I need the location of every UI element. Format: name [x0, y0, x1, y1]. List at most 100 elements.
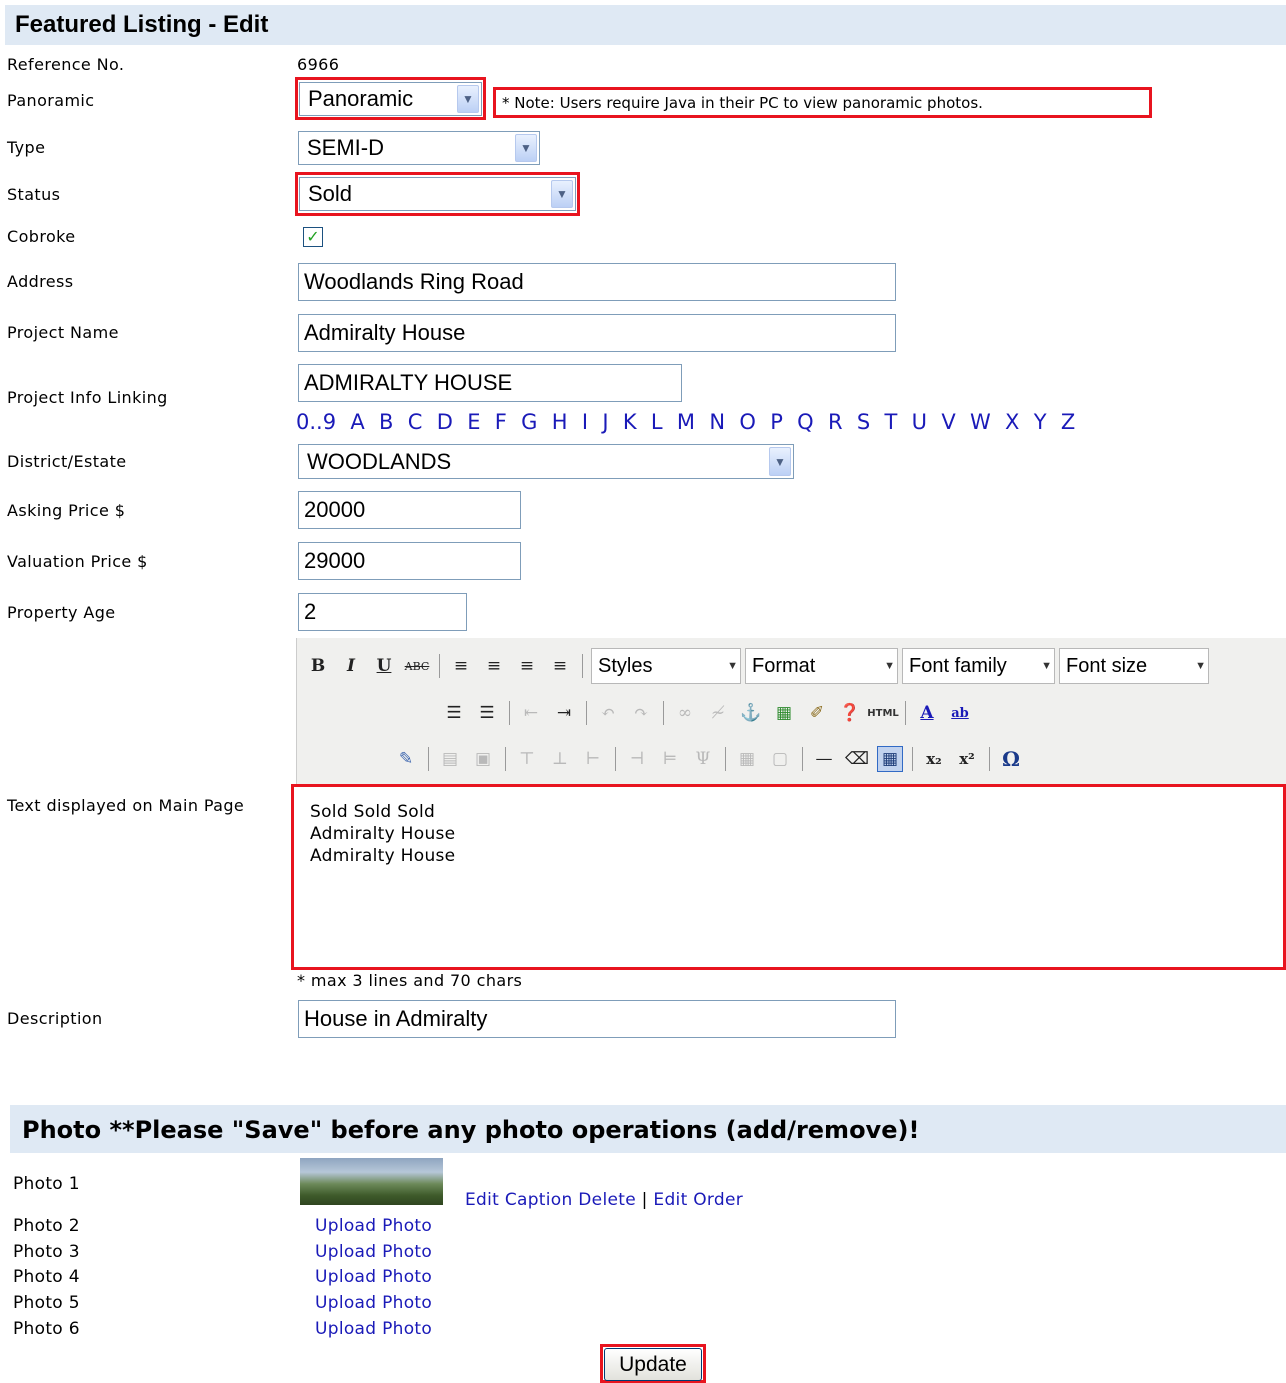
eraser-icon[interactable]: ⌫: [844, 746, 870, 772]
styles-select[interactable]: Styles ▼: [591, 648, 741, 684]
alphabet-link[interactable]: Z: [1061, 410, 1075, 434]
insert-col-before-icon[interactable]: ⊣: [624, 746, 650, 772]
align-left-icon[interactable]: ≡: [448, 653, 474, 679]
anchor-icon[interactable]: ⚓: [738, 700, 764, 726]
subscript-icon[interactable]: x₂: [921, 746, 947, 772]
alphabet-link[interactable]: M: [677, 410, 695, 434]
alphabet-link[interactable]: O: [739, 410, 756, 434]
html-source-icon[interactable]: HTML: [867, 700, 899, 726]
asking-price-label: Asking Price $: [7, 501, 126, 520]
cell-props-icon[interactable]: ▣: [470, 746, 496, 772]
insert-row-before-icon[interactable]: ⊤: [514, 746, 540, 772]
alphabet-link[interactable]: C: [408, 410, 423, 434]
row-props-icon[interactable]: ▤: [437, 746, 463, 772]
text-color-icon[interactable]: A: [914, 700, 940, 726]
align-right-icon[interactable]: ≡: [514, 653, 540, 679]
underline-icon[interactable]: U: [371, 653, 397, 679]
unlink-icon[interactable]: ≁: [705, 700, 731, 726]
type-select[interactable]: SEMI-D ▼: [298, 131, 540, 165]
superscript-icon[interactable]: x²: [954, 746, 980, 772]
font-size-select[interactable]: Font size ▼: [1059, 648, 1209, 684]
alphabet-link[interactable]: Q: [797, 410, 814, 434]
bold-icon[interactable]: B: [305, 653, 331, 679]
alphabet-link[interactable]: D: [437, 410, 453, 434]
upload-photo-link[interactable]: Upload Photo: [315, 1242, 432, 1262]
alphabet-link[interactable]: R: [828, 410, 843, 434]
upload-photo-link[interactable]: Upload Photo: [315, 1267, 432, 1287]
upload-photo-link[interactable]: Upload Photo: [315, 1293, 432, 1313]
alphabet-link[interactable]: P: [770, 410, 783, 434]
split-cells-icon[interactable]: ▦: [734, 746, 760, 772]
toolbar-separator: [663, 701, 664, 725]
undo-icon[interactable]: ↶: [595, 700, 621, 726]
delete-link[interactable]: Delete: [578, 1190, 636, 1210]
upload-photo-link[interactable]: Upload Photo: [315, 1216, 432, 1236]
edit-style-icon[interactable]: ✎: [393, 746, 419, 772]
redo-icon[interactable]: ↷: [628, 700, 654, 726]
upload-photo-link[interactable]: Upload Photo: [315, 1319, 432, 1339]
delete-row-icon[interactable]: ⊢: [580, 746, 606, 772]
edit-caption-link[interactable]: Edit Caption: [465, 1190, 573, 1210]
main-text-editor[interactable]: Sold Sold Sold Admiralty House Admiralty…: [291, 784, 1286, 970]
alphabet-link[interactable]: U: [912, 410, 927, 434]
alphabet-link[interactable]: N: [709, 410, 725, 434]
insert-row-after-icon[interactable]: ⊥: [547, 746, 573, 772]
help-icon[interactable]: ❓: [837, 700, 863, 726]
alphabet-link[interactable]: G: [521, 410, 537, 434]
bullet-list-icon[interactable]: ☰: [441, 700, 467, 726]
alphabet-link[interactable]: W: [970, 410, 991, 434]
cobroke-checkbox[interactable]: ✓: [303, 227, 323, 247]
indent-icon[interactable]: ⇥: [551, 700, 577, 726]
description-input[interactable]: House in Admiralty: [298, 1000, 896, 1038]
image-icon[interactable]: ▦: [771, 700, 797, 726]
project-name-input[interactable]: Admiralty House: [298, 314, 896, 352]
valuation-price-input[interactable]: 29000: [298, 542, 521, 580]
cleanup-icon[interactable]: ✐: [804, 700, 830, 726]
alphabet-link[interactable]: J: [602, 410, 608, 434]
property-age-input[interactable]: 2: [298, 593, 467, 631]
panoramic-select[interactable]: Panoramic ▼: [299, 82, 482, 116]
link-icon[interactable]: ∞: [672, 700, 698, 726]
toolbar-separator: [802, 747, 803, 771]
update-button[interactable]: Update: [604, 1348, 702, 1381]
alphabet-link[interactable]: K: [623, 410, 637, 434]
alphabet-link[interactable]: L: [651, 410, 663, 434]
alphabet-link[interactable]: 0..9: [296, 410, 336, 434]
table-icon[interactable]: ▦: [877, 746, 903, 772]
alphabet-link[interactable]: T: [885, 410, 898, 434]
alphabet-link[interactable]: F: [495, 410, 507, 434]
toolbar-separator: [428, 747, 429, 771]
insert-col-after-icon[interactable]: ⊨: [657, 746, 683, 772]
edit-order-link[interactable]: Edit Order: [653, 1190, 743, 1210]
horizontal-rule-icon[interactable]: —: [811, 746, 837, 772]
district-select[interactable]: WOODLANDS ▼: [298, 444, 794, 479]
format-select[interactable]: Format ▼: [745, 648, 898, 684]
alphabet-link[interactable]: A: [350, 410, 364, 434]
photo-thumbnail[interactable]: [300, 1158, 443, 1205]
project-info-input[interactable]: ADMIRALTY HOUSE: [298, 364, 682, 402]
alphabet-link[interactable]: B: [379, 410, 393, 434]
numbered-list-icon[interactable]: ☰: [474, 700, 500, 726]
alphabet-link[interactable]: Y: [1034, 410, 1047, 434]
alphabet-link[interactable]: S: [857, 410, 870, 434]
chevron-down-icon: ▼: [551, 180, 573, 208]
status-select[interactable]: Sold ▼: [299, 177, 576, 211]
outdent-icon[interactable]: ⇤: [518, 700, 544, 726]
address-input[interactable]: Woodlands Ring Road: [298, 263, 896, 301]
delete-col-icon[interactable]: Ψ: [690, 746, 716, 772]
asking-price-input[interactable]: 20000: [298, 491, 521, 529]
alphabet-link[interactable]: V: [941, 410, 955, 434]
merge-cells-icon[interactable]: ▢: [767, 746, 793, 772]
toolbar-row-2: ☰ ☰ ⇤ ⇥ ↶ ↷ ∞ ≁ ⚓ ▦ ✐ ❓ HTML A ab: [441, 700, 980, 726]
strikethrough-icon[interactable]: ABC: [404, 653, 430, 679]
align-justify-icon[interactable]: ≡: [547, 653, 573, 679]
special-char-icon[interactable]: Ω: [998, 746, 1024, 772]
alphabet-link[interactable]: X: [1005, 410, 1019, 434]
italic-icon[interactable]: I: [338, 653, 364, 679]
align-center-icon[interactable]: ≡: [481, 653, 507, 679]
highlight-color-icon[interactable]: ab: [947, 700, 973, 726]
alphabet-link[interactable]: H: [552, 410, 568, 434]
alphabet-link[interactable]: I: [582, 410, 588, 434]
alphabet-link[interactable]: E: [467, 410, 480, 434]
font-family-select[interactable]: Font family ▼: [902, 648, 1055, 684]
